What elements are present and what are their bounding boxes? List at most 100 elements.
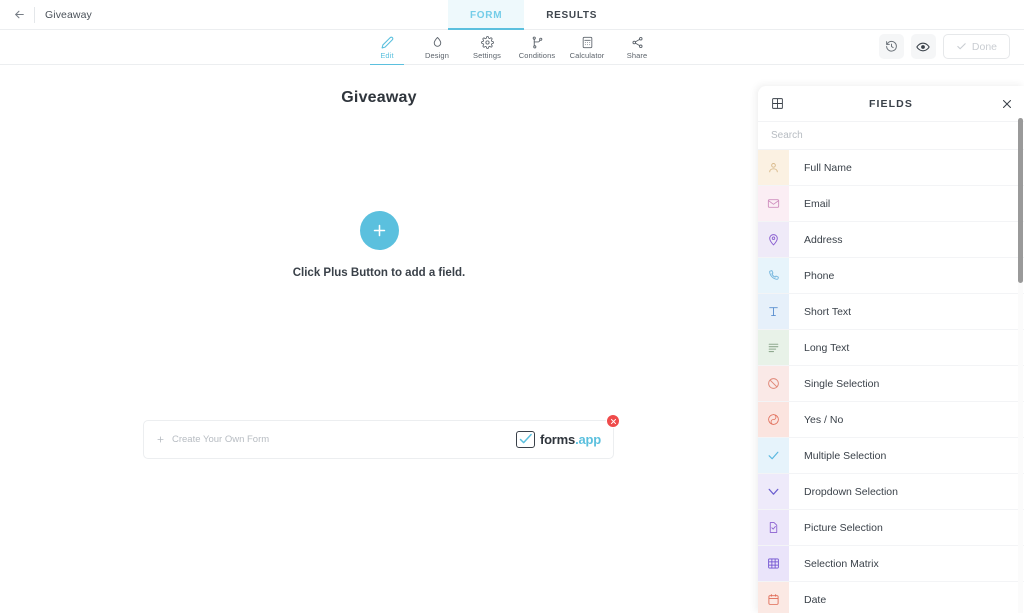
preview-button[interactable] [911,34,936,59]
toolbar-item-edit[interactable]: Edit [362,30,412,65]
form-name-label: Giveaway [45,9,92,21]
field-item-label: Dropdown Selection [789,474,1024,509]
brand-text: forms.app [540,432,601,447]
forms-app-logo-icon [516,431,535,448]
create-your-own-form-button[interactable]: Create Your Own Form [156,434,269,445]
toolbar-item-label: Design [425,51,449,60]
forms-app-brand[interactable]: forms.app [516,431,601,448]
calendar-icon [758,582,789,613]
field-item-label: Address [789,222,1024,257]
toolbar-item-conditions[interactable]: Conditions [512,30,562,65]
field-item-label: Long Text [789,330,1024,365]
branch-icon [531,35,544,50]
toolbar-item-label: Settings [473,51,501,60]
matrix-grid-icon [758,546,789,581]
builder-toolbar: Edit Design Settings Conditions [0,30,1024,65]
phone-icon [758,258,789,293]
yes-no-icon [758,402,789,437]
brand-suffix: .app [575,432,601,447]
field-item-label: Picture Selection [789,510,1024,545]
toolbar-item-calculator[interactable]: Calculator [562,30,612,65]
field-item-address[interactable]: Address [758,222,1024,258]
gear-icon [481,35,494,50]
envelope-icon [758,186,789,221]
field-item-picture-selection[interactable]: Picture Selection [758,510,1024,546]
eye-icon [916,40,930,54]
field-item-phone[interactable]: Phone [758,258,1024,294]
pencil-icon [381,35,394,50]
search-input[interactable] [771,130,1011,141]
field-item-label: Short Text [789,294,1024,329]
close-icon[interactable] [1001,98,1013,110]
check-icon [758,438,789,473]
map-pin-icon [758,222,789,257]
field-item-label: Single Selection [789,366,1024,401]
form-canvas: Giveaway Click Plus Button to add a fiel… [0,65,758,613]
field-item-label: Date [789,582,1024,613]
chevron-down-icon [758,474,789,509]
promo-banner: Create Your Own Form forms.app [143,420,614,459]
check-icon [956,41,967,52]
toolbar-item-label: Share [627,51,648,60]
top-bar-left: Giveaway [0,0,92,29]
toolbar-item-share[interactable]: Share [612,30,662,65]
user-icon [758,150,789,185]
field-item-date[interactable]: Date [758,582,1024,613]
field-item-multiple-selection[interactable]: Multiple Selection [758,438,1024,474]
field-item-label: Selection Matrix [789,546,1024,581]
plus-small-icon [156,435,165,444]
main-tabs: FORM RESULTS [448,0,619,30]
toolbar-item-settings[interactable]: Settings [462,30,512,65]
text-lines-icon [758,330,789,365]
field-item-email[interactable]: Email [758,186,1024,222]
fields-search-row [758,122,1024,150]
share-icon [631,35,644,50]
fields-panel-scrollbar[interactable] [1018,118,1023,613]
picture-check-icon [758,510,789,545]
field-item-short-text[interactable]: Short Text [758,294,1024,330]
calculator-icon [581,35,594,50]
fields-list[interactable]: Full NameEmailAddressPhoneShort TextLong… [758,150,1024,613]
promo-label: Create Your Own Form [172,434,269,445]
toolbar-item-label: Calculator [570,51,605,60]
toolbar-item-label: Edit [380,51,393,60]
field-item-label: Full Name [789,150,1024,185]
field-item-label: Yes / No [789,402,1024,437]
brand-name: forms [540,432,575,447]
add-field-button[interactable] [360,211,399,250]
field-item-label: Multiple Selection [789,438,1024,473]
toolbar-items: Edit Design Settings Conditions [362,30,662,65]
empty-state-caption: Click Plus Button to add a field. [293,267,466,279]
field-item-single-selection[interactable]: Single Selection [758,366,1024,402]
promo-close-button[interactable] [606,414,620,428]
field-item-selection-matrix[interactable]: Selection Matrix [758,546,1024,582]
back-arrow-icon[interactable] [8,4,30,26]
field-item-long-text[interactable]: Long Text [758,330,1024,366]
done-button[interactable]: Done [943,34,1010,59]
page-title: Giveaway [0,89,758,107]
field-item-label: Email [789,186,1024,221]
toolbar-item-label: Conditions [519,51,555,60]
tab-results[interactable]: RESULTS [524,0,619,30]
empty-state: Click Plus Button to add a field. [0,211,758,279]
history-icon [885,40,898,53]
fields-panel-header: FIELDS [758,86,1024,122]
radio-circle-icon [758,366,789,401]
done-label: Done [972,41,997,53]
history-button[interactable] [879,34,904,59]
droplet-icon [431,35,444,50]
field-item-yes-no[interactable]: Yes / No [758,402,1024,438]
form-builder-app: Giveaway FORM RESULTS Edit Design [0,0,1024,613]
scrollbar-thumb[interactable] [1018,118,1023,283]
tab-form[interactable]: FORM [448,0,524,30]
grid-icon[interactable] [771,97,784,110]
plus-icon [371,222,388,239]
field-item-dropdown-selection[interactable]: Dropdown Selection [758,474,1024,510]
top-bar: Giveaway FORM RESULTS [0,0,1024,30]
text-t-icon [758,294,789,329]
field-item-label: Phone [789,258,1024,293]
fields-panel: FIELDS Full NameEmailAddressPhoneShort T… [758,86,1024,613]
toolbar-item-design[interactable]: Design [412,30,462,65]
divider [34,7,35,23]
field-item-full-name[interactable]: Full Name [758,150,1024,186]
